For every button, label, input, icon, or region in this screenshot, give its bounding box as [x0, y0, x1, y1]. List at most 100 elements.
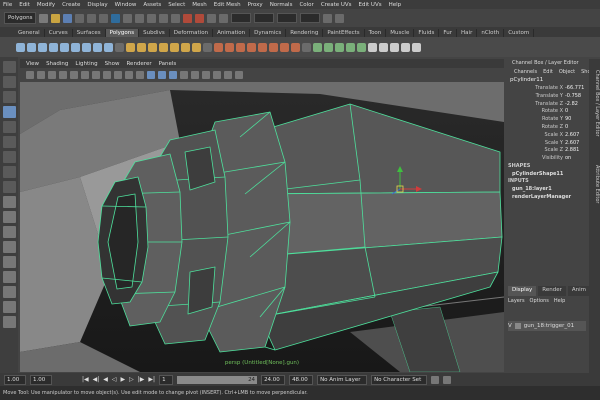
help-menu[interactable]: Help — [554, 298, 565, 304]
play-forward-icon[interactable]: ▶ — [121, 376, 126, 383]
options-menu[interactable]: Options — [530, 298, 549, 304]
shelf-tab-general[interactable]: General — [14, 29, 45, 37]
step-forward-frame-icon[interactable]: ▷ — [129, 376, 134, 383]
perspective-viewport[interactable]: persp (Untitled[None].gun) — [20, 82, 504, 372]
menu-color[interactable]: Color — [299, 2, 313, 8]
attr-translate-y[interactable]: Translate Y -0.758 — [506, 93, 588, 101]
automatic-map-icon[interactable] — [346, 42, 355, 52]
poly-pipe-icon[interactable] — [104, 42, 113, 52]
side-tab-attribute-editor[interactable]: Attribute Editor — [589, 149, 600, 219]
menu-display[interactable]: Display — [87, 2, 107, 8]
bridge-icon[interactable] — [225, 42, 234, 52]
go-to-start-icon[interactable]: |◀ — [82, 376, 89, 383]
edit-menu[interactable]: Edit — [543, 69, 553, 75]
poly-cylinder-icon[interactable] — [38, 42, 47, 52]
gate-mask-icon[interactable] — [103, 71, 111, 79]
menu-edit-uvs[interactable]: Edit UVs — [359, 2, 382, 8]
start-time-field[interactable]: 1.00 — [4, 374, 26, 385]
selected-object-name[interactable]: pCylinder11 — [506, 76, 588, 85]
menu-proxy[interactable]: Proxy — [248, 2, 263, 8]
poly-cube-icon[interactable] — [27, 42, 36, 52]
menu-select[interactable]: Select — [168, 2, 185, 8]
go-to-end-icon[interactable]: ▶| — [148, 376, 155, 383]
object-menu[interactable]: Object — [559, 69, 575, 75]
soft-mod-tool-icon[interactable] — [2, 166, 16, 178]
shelf-tab-subdivs[interactable]: Subdivs — [139, 29, 170, 37]
booleans-icon[interactable] — [159, 42, 168, 52]
uv-editor-icon[interactable] — [357, 42, 366, 52]
max-time-field[interactable]: 48.00 — [289, 374, 314, 385]
attr-translate-x[interactable]: Translate X -66.771 — [506, 85, 588, 93]
layout-two-icon[interactable] — [2, 226, 16, 238]
numeric-input-4[interactable] — [300, 13, 321, 23]
spherical-map-icon[interactable] — [335, 42, 344, 52]
insert-edge-loop-icon[interactable] — [258, 42, 267, 52]
attr-rotate-x[interactable]: Rotate X0 — [506, 108, 588, 116]
preferences-icon[interactable] — [443, 375, 452, 384]
attr-translate-z[interactable]: Translate Z -2.82 — [506, 101, 588, 109]
isolate-select-icon[interactable] — [235, 71, 243, 79]
poly-sphere-icon[interactable] — [16, 42, 25, 52]
step-forward-key-icon[interactable]: |▶ — [138, 376, 145, 383]
safe-action-icon[interactable] — [125, 71, 133, 79]
menu-window[interactable]: Window — [115, 2, 137, 8]
wireframe-on-shaded-icon[interactable] — [169, 71, 177, 79]
move-tool-icon[interactable] — [2, 106, 16, 118]
current-time-field[interactable]: 1.00 — [30, 374, 52, 385]
snap-point-icon[interactable] — [147, 13, 157, 23]
safe-title-icon[interactable] — [136, 71, 144, 79]
rotate-tool-icon[interactable] — [2, 121, 16, 133]
textured-icon[interactable] — [180, 71, 188, 79]
numeric-input-3[interactable] — [277, 13, 298, 23]
menu-modify[interactable]: Modify — [37, 2, 55, 8]
attr-scale-z[interactable]: Scale Z 2.881 — [506, 147, 588, 155]
append-polygon-icon[interactable] — [236, 42, 245, 52]
numeric-input-2[interactable] — [254, 13, 275, 23]
layout-hypershade-icon[interactable] — [2, 271, 16, 283]
attr-scale-x[interactable]: Scale X 2.607 — [506, 132, 588, 140]
shelf-tab-surfaces[interactable]: Surfaces — [73, 29, 106, 37]
wireframe-icon[interactable] — [147, 71, 155, 79]
use-lights-icon[interactable] — [191, 71, 199, 79]
poly-plane-icon[interactable] — [60, 42, 69, 52]
shelf-tab-toon[interactable]: Toon — [365, 29, 387, 37]
lasso-tool-icon[interactable] — [2, 76, 16, 88]
shelf-tab-animation[interactable]: Animation — [213, 29, 251, 37]
layer-color-swatch[interactable] — [514, 323, 521, 329]
side-tab-channel-box[interactable]: Channel Box / Layer Editor — [589, 63, 600, 143]
film-gate-icon[interactable] — [81, 71, 89, 79]
merge-icon[interactable] — [291, 42, 300, 52]
paint-select-tool-icon[interactable] — [2, 91, 16, 103]
tab-display[interactable]: Display — [508, 286, 537, 296]
viewport-menu-show[interactable]: Show — [105, 61, 120, 67]
shelf-tab-curves[interactable]: Curves — [45, 29, 73, 37]
render-icon[interactable] — [183, 13, 193, 23]
auto-key-icon[interactable] — [431, 375, 440, 384]
shelf-tab-ncloth[interactable]: nCloth — [477, 29, 505, 37]
select-object-icon[interactable] — [87, 13, 97, 23]
layout-custom-icon[interactable] — [2, 301, 16, 313]
attr-rotate-y[interactable]: Rotate Y 90 — [506, 116, 588, 124]
poly-cone-icon[interactable] — [49, 42, 58, 52]
scale-tool-icon[interactable] — [2, 136, 16, 148]
viewport-menu-panels[interactable]: Panels — [159, 61, 177, 67]
poly-torus-icon[interactable] — [71, 42, 80, 52]
viewport-menu-renderer[interactable]: Renderer — [126, 61, 151, 67]
render-settings-icon[interactable] — [207, 13, 217, 23]
bookmark-icon[interactable] — [48, 71, 56, 79]
checker-3-icon[interactable] — [390, 42, 399, 52]
xray-joints-icon[interactable] — [224, 71, 232, 79]
separate-icon[interactable] — [137, 42, 146, 52]
extrude-icon[interactable] — [214, 42, 223, 52]
camera-attributes-icon[interactable] — [37, 71, 45, 79]
range-slider[interactable]: 24 — [177, 375, 258, 384]
attr-scale-y[interactable]: Scale Y 2.607 — [506, 140, 588, 148]
save-scene-icon[interactable] — [63, 13, 73, 23]
shadows-icon[interactable] — [202, 71, 210, 79]
new-scene-icon[interactable] — [39, 13, 49, 23]
menu-create-uvs[interactable]: Create UVs — [321, 2, 352, 8]
menu-help[interactable]: Help — [389, 2, 402, 8]
shelf-tab-custom[interactable]: Custom — [504, 29, 535, 37]
menu-edit[interactable]: Edit — [19, 2, 30, 8]
split-polygon-icon[interactable] — [247, 42, 256, 52]
